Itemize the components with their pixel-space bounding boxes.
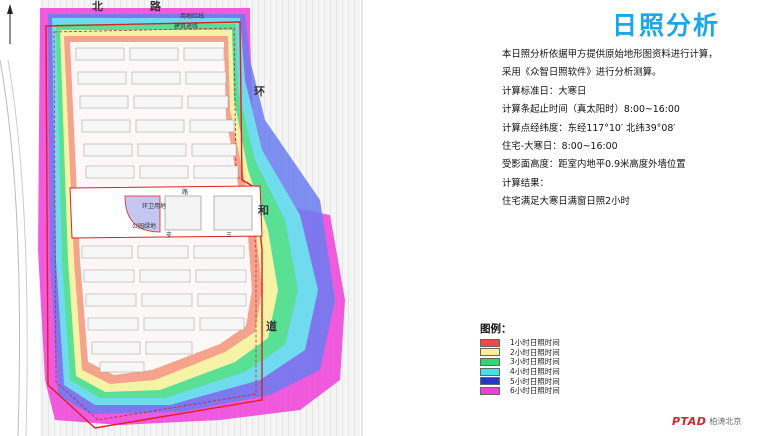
analysis-description: 本日照分析依据甲方提供原始地形图资料进行计算， 采用《众智日照软件》进行分析测算… [502, 46, 752, 212]
description-line: 住宅满足大寒日满窗日照2小时 [502, 196, 630, 208]
sunlight-map-svg: 北 路 环 和 道 路 支 三 用地红线 建筑退线 环卫用地 公园绿地 [0, 0, 363, 436]
legend-swatch [480, 357, 500, 366]
inner-road-label-1: 路 [182, 188, 188, 196]
description-line: 本日照分析依据甲方提供原始地形图资料进行计算， [502, 49, 718, 60]
legend-label: 6小时日照时间 [510, 386, 560, 396]
road-label-north: 北 [92, 0, 103, 13]
legend-swatch [480, 377, 500, 386]
curve-line [0, 59, 21, 436]
description-line: 计算标准日：大寒日 [502, 85, 587, 97]
legend-swatch [480, 348, 500, 357]
logo-mark: PTAD [672, 414, 707, 428]
label-park-green: 公园绿地 [132, 222, 156, 230]
logo-text: 柏涛北京 [709, 416, 742, 426]
north-arrow-icon [7, 4, 13, 44]
road-label-north-2: 路 [150, 0, 162, 13]
legend-swatch [480, 367, 500, 376]
inner-road-label-3: 三 [226, 232, 232, 239]
label-building-setback: 建筑退线 [174, 22, 198, 30]
page-title: 日照分析 [612, 11, 721, 40]
road-label-east-2: 和 [258, 203, 269, 217]
building-block [164, 195, 202, 231]
legend-item: 6小时日照时间 [480, 386, 600, 396]
label-sanitation-plot: 环卫用地 [142, 202, 166, 210]
label-boundary: 用地红线 [180, 12, 204, 20]
sunlight-analysis-map: 北 路 环 和 道 路 支 三 用地红线 建筑退线 环卫用地 公园绿地 [0, 0, 372, 436]
description-line: 计算结果： [502, 177, 549, 189]
description-line: 住宅-大寒日：8:00~16:00 [502, 141, 618, 153]
legend-swatch [480, 386, 500, 395]
road-label-east-3: 道 [266, 319, 277, 333]
road-label-east-1: 环 [254, 85, 265, 98]
inner-road-label-2: 支 [166, 231, 172, 239]
legend-swatch [480, 338, 500, 347]
description-line: 计算点经纬度：东经117°10′ 北纬39°08′ [502, 122, 676, 134]
description-line: 计算条起止时间（真太阳时）8:00~16:00 [502, 104, 680, 116]
description-line: 受影面高度：距室内地平0.9米高度外墙位置 [502, 159, 686, 171]
legend-title: 图例： [480, 323, 512, 335]
description-line: 采用《众智日照软件》进行分析测算。 [502, 67, 662, 79]
company-logo: PTAD 柏涛北京 [672, 414, 741, 428]
legend: 1小时日照时间 2小时日照时间 3小时日照时间 4小时日照时间 5小时日照时间 … [480, 338, 600, 396]
building-block [213, 195, 253, 231]
